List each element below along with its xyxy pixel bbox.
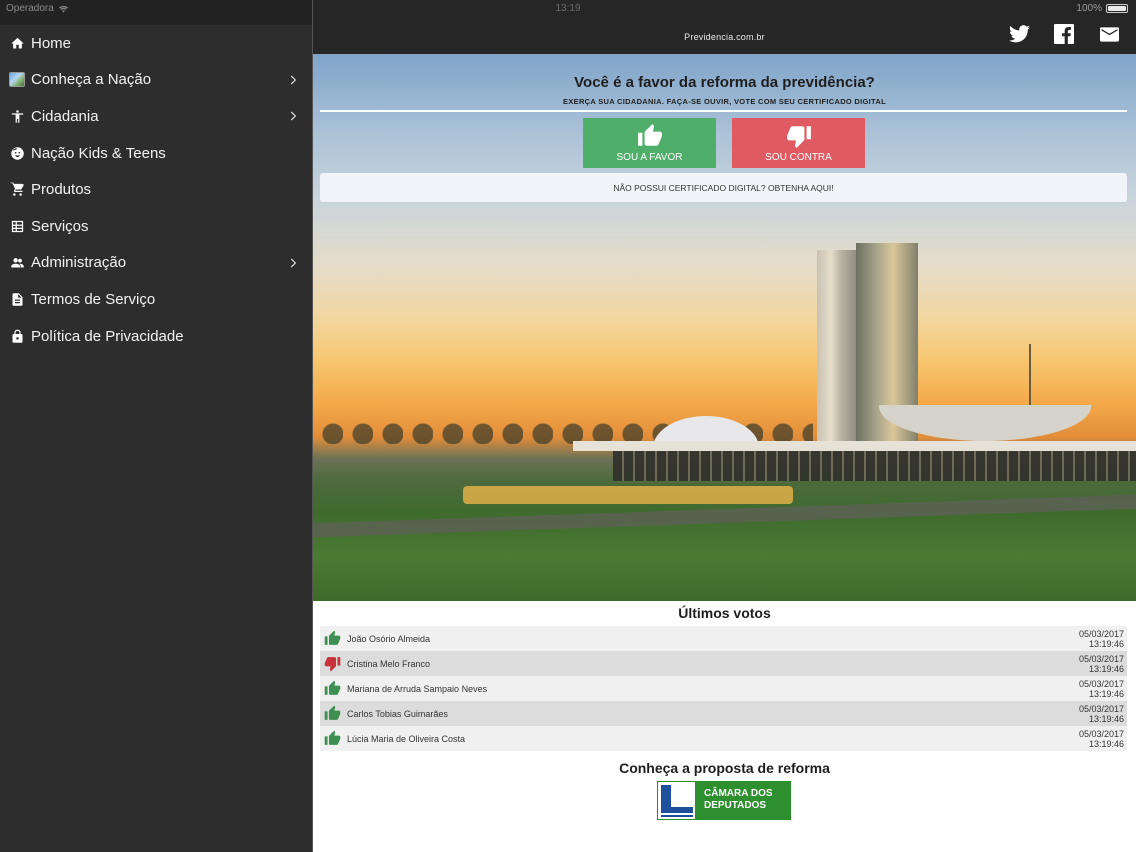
sidebar-menu: Home Conheça a Nação Cidadania Nação Kid… bbox=[0, 25, 312, 354]
voter-name: João Osório Almeida bbox=[347, 633, 431, 644]
vote-favor-button[interactable]: SOU A FAVOR bbox=[583, 118, 716, 168]
thumbs-up-icon bbox=[324, 630, 342, 648]
status-bar: Operadora 13:19 100% bbox=[0, 0, 1136, 18]
vote-date: 05/03/2017 bbox=[1078, 654, 1124, 664]
thumbs-up-icon bbox=[324, 730, 342, 748]
sidebar-item-nacao-kids-teens[interactable]: Nação Kids & Teens bbox=[0, 135, 312, 172]
poll-subtitle: EXERÇA SUA CIDADANIA. FAÇA-SE OUVIR, VOT… bbox=[563, 97, 886, 106]
sidebar-item-label: Home bbox=[31, 34, 72, 52]
camara-logo-line2: DEPUTADOS bbox=[704, 800, 767, 811]
certificate-link[interactable]: NÃO POSSUI CERTIFICADO DIGITAL? OBTENHA … bbox=[320, 173, 1127, 202]
vote-time: 13:19:46 bbox=[1088, 714, 1124, 724]
hero-reflecting-pool bbox=[463, 486, 793, 504]
sidebar-item-cidadania[interactable]: Cidadania bbox=[0, 98, 312, 135]
camara-logo-text: CÂMARA DOS DEPUTADOS bbox=[696, 781, 773, 820]
lock-icon bbox=[9, 328, 25, 344]
facebook-button[interactable] bbox=[1052, 23, 1076, 45]
child-face-icon bbox=[9, 145, 25, 161]
sidebar-item-label: Serviços bbox=[31, 217, 89, 235]
voter-name: Carlos Tobias Guimarães bbox=[347, 708, 448, 719]
mail-button[interactable] bbox=[1097, 23, 1121, 45]
hero-section: Você é a favor da reforma da previdência… bbox=[313, 54, 1136, 601]
chevron-right-icon bbox=[286, 109, 300, 123]
shopping-cart-icon bbox=[9, 182, 25, 198]
sidebar-item-label: Termos de Serviço bbox=[31, 290, 156, 308]
twitter-button[interactable] bbox=[1007, 23, 1031, 45]
camara-deputados-logo-link[interactable]: CÂMARA DOS DEPUTADOS bbox=[657, 781, 791, 820]
sidebar-item-servicos[interactable]: Serviços bbox=[0, 208, 312, 245]
vote-date: 05/03/2017 bbox=[1078, 729, 1124, 739]
vote-timestamp: 05/03/2017 13:19:46 bbox=[1079, 679, 1124, 699]
vote-favor-label: SOU A FAVOR bbox=[616, 152, 683, 163]
battery-percent: 100% bbox=[1076, 3, 1102, 14]
vote-date: 05/03/2017 bbox=[1078, 679, 1124, 689]
mail-icon bbox=[1099, 26, 1119, 42]
vote-timestamp: 05/03/2017 13:19:46 bbox=[1079, 729, 1124, 749]
camara-logo-line1: CÂMARA DOS bbox=[704, 788, 773, 799]
sidebar-item-label: Política de Privacidade bbox=[31, 327, 184, 345]
home-icon bbox=[9, 35, 25, 51]
sidebar: Home Conheça a Nação Cidadania Nação Kid… bbox=[0, 0, 312, 852]
vote-timestamp: 05/03/2017 13:19:46 bbox=[1079, 629, 1124, 649]
vote-timestamp: 05/03/2017 13:19:46 bbox=[1079, 654, 1124, 674]
flag-image-icon bbox=[9, 72, 25, 88]
vote-time: 13:19:46 bbox=[1088, 664, 1124, 674]
facebook-icon bbox=[1054, 24, 1074, 44]
table-row: Cristina Melo Franco 05/03/2017 13:19:46 bbox=[320, 651, 1127, 676]
vote-time: 13:19:46 bbox=[1088, 639, 1124, 649]
vote-date: 05/03/2017 bbox=[1078, 704, 1124, 714]
hero-tower-left bbox=[817, 250, 857, 443]
chevron-right-icon bbox=[286, 73, 300, 87]
main-content: Previdencia.com.br Você é a favor da ref… bbox=[313, 0, 1136, 852]
chevron-right-icon bbox=[286, 256, 300, 270]
sidebar-item-label: Produtos bbox=[31, 181, 92, 199]
table-row: Lúcia Maria de Oliveira Costa 05/03/2017… bbox=[320, 726, 1127, 751]
sidebar-item-administracao[interactable]: Administração bbox=[0, 245, 312, 282]
sidebar-item-label: Conheça a Nação bbox=[31, 71, 152, 89]
recent-votes-list: João Osório Almeida 05/03/2017 13:19:46 C… bbox=[320, 626, 1127, 751]
voter-name: Mariana de Arruda Sampaio Neves bbox=[347, 683, 488, 694]
recent-votes-title: Últimos votos bbox=[678, 605, 771, 621]
voter-name: Cristina Melo Franco bbox=[347, 658, 431, 669]
vote-time: 13:19:46 bbox=[1088, 739, 1124, 749]
vote-contra-button[interactable]: SOU CONTRA bbox=[732, 118, 865, 168]
poll-divider bbox=[320, 110, 1127, 112]
grid-list-icon bbox=[9, 218, 25, 234]
hero-colonnade bbox=[613, 451, 1136, 481]
hero-mast bbox=[1029, 344, 1031, 406]
table-row: João Osório Almeida 05/03/2017 13:19:46 bbox=[320, 626, 1127, 651]
status-battery: 100% bbox=[1076, 3, 1128, 14]
vote-time: 13:19:46 bbox=[1088, 689, 1124, 699]
status-time: 13:19 bbox=[555, 3, 581, 14]
reform-proposal-title: Conheça a proposta de reforma bbox=[619, 760, 830, 776]
hero-platform bbox=[573, 441, 1136, 451]
camara-emblem-icon bbox=[657, 781, 696, 820]
vote-contra-label: SOU CONTRA bbox=[765, 152, 832, 163]
thumbs-up-icon bbox=[637, 124, 662, 146]
vote-date: 05/03/2017 bbox=[1078, 629, 1124, 639]
accessibility-person-icon bbox=[9, 108, 25, 124]
vote-timestamp: 05/03/2017 13:19:46 bbox=[1079, 704, 1124, 724]
document-icon bbox=[9, 291, 25, 307]
sidebar-item-label: Administração bbox=[31, 254, 127, 272]
thumbs-up-icon bbox=[324, 705, 342, 723]
sidebar-item-home[interactable]: Home bbox=[0, 25, 312, 62]
voter-name: Lúcia Maria de Oliveira Costa bbox=[347, 733, 466, 744]
battery-icon bbox=[1106, 4, 1128, 13]
sidebar-item-termos-de-servico[interactable]: Termos de Serviço bbox=[0, 281, 312, 318]
sidebar-item-label: Cidadania bbox=[31, 107, 99, 125]
thumbs-up-icon bbox=[324, 680, 342, 698]
sidebar-item-politica-de-privacidade[interactable]: Política de Privacidade bbox=[0, 318, 312, 355]
sidebar-item-label: Nação Kids & Teens bbox=[31, 144, 166, 162]
twitter-icon bbox=[1008, 25, 1030, 43]
thumbs-down-icon bbox=[786, 126, 811, 148]
thumbs-down-icon bbox=[324, 655, 342, 673]
table-row: Carlos Tobias Guimarães 05/03/2017 13:19:… bbox=[320, 701, 1127, 726]
sidebar-item-conheca-a-nacao[interactable]: Conheça a Nação bbox=[0, 62, 312, 99]
people-icon bbox=[9, 255, 25, 271]
poll-question: Você é a favor da reforma da previdência… bbox=[574, 74, 875, 91]
table-row: Mariana de Arruda Sampaio Neves 05/03/20… bbox=[320, 676, 1127, 701]
sidebar-item-produtos[interactable]: Produtos bbox=[0, 171, 312, 208]
